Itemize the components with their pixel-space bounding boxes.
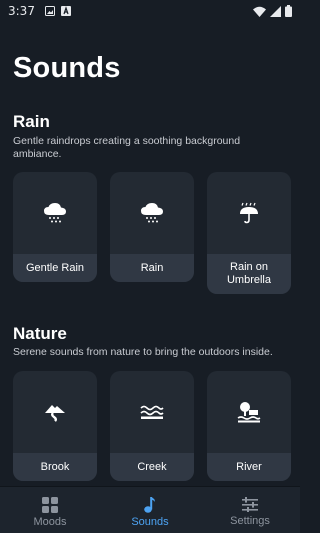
- signal-icon: [270, 5, 281, 17]
- music-note-icon: [144, 497, 155, 513]
- brook-icon: [45, 405, 65, 422]
- nav-item-label: Sounds: [131, 516, 169, 528]
- sound-card-brook[interactable]: Brook: [13, 371, 97, 481]
- sound-card-creek[interactable]: Creek: [110, 371, 194, 481]
- waves-icon: [140, 405, 164, 419]
- sound-card-rain[interactable]: Rain: [110, 172, 194, 282]
- font-notification-icon: [60, 6, 71, 16]
- river-tree-icon: [237, 402, 261, 423]
- sound-card-label: Rain: [110, 254, 194, 282]
- sound-card-label: Brook: [13, 453, 97, 481]
- sound-card-gentle-rain[interactable]: Gentle Rain: [13, 172, 97, 282]
- wifi-icon: [253, 6, 266, 17]
- nav-item-settings[interactable]: Settings: [200, 487, 300, 533]
- section-title-nature: Nature: [13, 324, 67, 343]
- nav-item-moods[interactable]: Moods: [0, 487, 100, 533]
- status-bar: 3:37: [0, 0, 300, 22]
- status-icons: [253, 5, 292, 17]
- page-title: Sounds: [13, 52, 121, 84]
- nav-item-sounds[interactable]: Sounds: [100, 487, 200, 533]
- nav-item-label: Moods: [33, 515, 67, 528]
- nav-item-label: Settings: [230, 515, 270, 527]
- sound-card-label: Creek: [110, 453, 194, 481]
- umbrella-rain-icon: [240, 202, 258, 224]
- sound-card-river[interactable]: River: [207, 371, 291, 481]
- sound-card-label: Rain on Umbrella: [207, 254, 291, 294]
- battery-icon: [285, 5, 292, 17]
- sound-card-label: Gentle Rain: [13, 254, 97, 282]
- sound-card-rain-on-umbrella[interactable]: Rain on Umbrella: [207, 172, 291, 294]
- status-time: 3:37: [8, 4, 35, 18]
- section-description-rain: Gentle raindrops creating a soothing bac…: [13, 135, 241, 160]
- section-title-rain: Rain: [13, 112, 50, 131]
- image-notification-icon: [44, 6, 55, 16]
- grid-icon: [42, 496, 58, 513]
- sliders-icon: [242, 497, 258, 512]
- sound-card-label: River: [207, 453, 291, 481]
- bottom-navigation: Moods Sounds Settings: [0, 486, 300, 533]
- rain-cloud-icon: [141, 203, 163, 223]
- rain-cloud-icon: [44, 203, 66, 223]
- section-description-nature: Serene sounds from nature to bring the o…: [13, 346, 273, 358]
